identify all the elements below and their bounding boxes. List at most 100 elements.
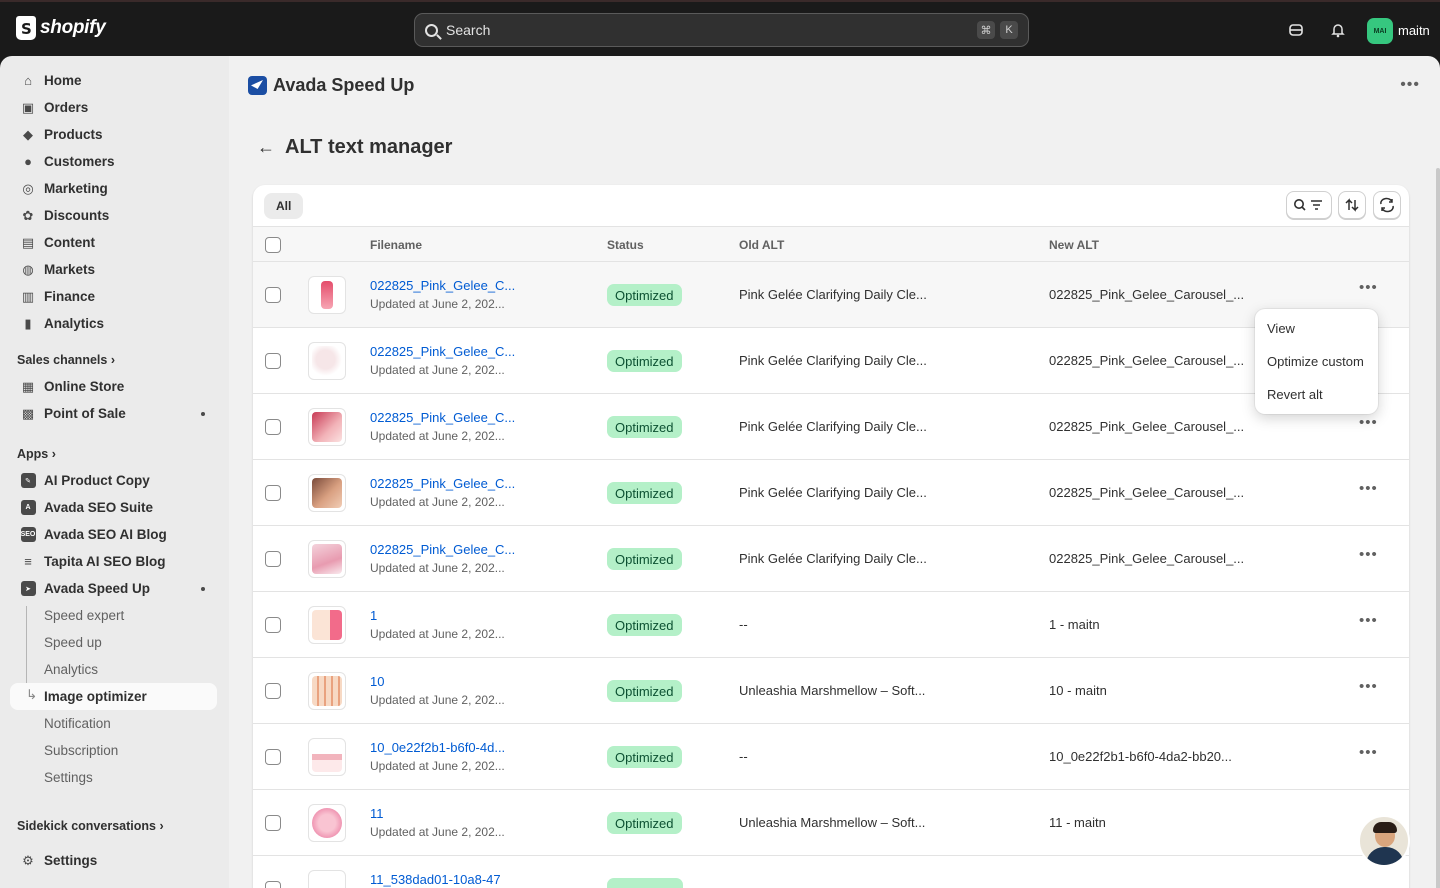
row-actions-icon[interactable]: ••• — [1359, 744, 1378, 761]
filename-link[interactable]: 11_538dad01-10a8-47 — [370, 872, 501, 887]
updated-at: Updated at June 2, 202... — [370, 429, 505, 443]
status-badge: Optimized — [607, 350, 682, 372]
apps-heading[interactable]: Apps › — [17, 447, 56, 461]
sidebar-item-marketing[interactable]: ◎ Marketing — [10, 175, 217, 202]
row-actions-icon[interactable]: ••• — [1359, 612, 1378, 629]
filename-link[interactable]: 022825_Pink_Gelee_C... — [370, 278, 515, 293]
menu-item-optimize-custom[interactable]: Optimize custom — [1267, 354, 1364, 369]
sidebar-item-content[interactable]: ▤ Content — [10, 229, 217, 256]
table-row[interactable]: 11_538dad01-10a8-47 — [253, 856, 1409, 888]
filename-link[interactable]: 022825_Pink_Gelee_C... — [370, 344, 515, 359]
sort-button[interactable] — [1338, 191, 1366, 219]
sidebar-item-ai-product-copy[interactable]: ✎ AI Product Copy — [10, 467, 217, 494]
sidebar-subitem-label: Speed expert — [44, 608, 125, 623]
back-arrow-icon[interactable]: ← — [257, 137, 275, 158]
sidebar-subitem-settings[interactable]: Settings — [10, 764, 217, 791]
sidebar-subitem-speed-up[interactable]: Speed up — [10, 629, 217, 656]
filename-link[interactable]: 1 — [370, 608, 377, 623]
sidebar-subitem-speed-expert[interactable]: Speed expert — [10, 602, 217, 629]
sidebar-item-point-of-sale[interactable]: ▩ Point of Sale — [10, 400, 217, 427]
cmd-key-icon: ⌘ — [977, 21, 995, 39]
storefront-icon[interactable] — [1288, 22, 1304, 38]
search-icon — [425, 23, 438, 37]
row-checkbox[interactable] — [265, 815, 281, 831]
sidebar-item-products[interactable]: ◆ Products — [10, 121, 217, 148]
menu-item-view[interactable]: View — [1267, 321, 1295, 336]
filename-link[interactable]: 10_0e22f2b1-b6f0-4d... — [370, 740, 505, 755]
sidebar-item-avada-seo-suite[interactable]: A Avada SEO Suite — [10, 494, 217, 521]
row-checkbox[interactable] — [265, 287, 281, 303]
sidebar-item-analytics[interactable]: ▮ Analytics — [10, 310, 217, 337]
sidebar-subitem-label: Notification — [44, 716, 111, 731]
row-actions-icon[interactable]: ••• — [1359, 480, 1378, 497]
image-thumbnail — [308, 606, 346, 644]
column-header-new-alt: New ALT — [1049, 238, 1099, 252]
table-row[interactable]: 022825_Pink_Gelee_C... Updated at June 2… — [253, 526, 1409, 592]
table-row[interactable]: 1 Updated at June 2, 202... Optimized --… — [253, 592, 1409, 658]
row-actions-icon[interactable]: ••• — [1359, 546, 1378, 563]
row-checkbox[interactable] — [265, 617, 281, 633]
row-checkbox[interactable] — [265, 353, 281, 369]
menu-item-revert-alt[interactable]: Revert alt — [1267, 387, 1323, 402]
refresh-button[interactable] — [1373, 191, 1401, 219]
sidebar-subitem-subscription[interactable]: Subscription — [10, 737, 217, 764]
row-checkbox[interactable] — [265, 551, 281, 567]
sidebar-item-tapita-ai-seo-blog[interactable]: ≡ Tapita AI SEO Blog — [10, 548, 217, 575]
table-row[interactable]: 11 Updated at June 2, 202... Optimized U… — [253, 790, 1409, 856]
filename-link[interactable]: 11 — [370, 806, 384, 821]
status-badge: Optimized — [607, 284, 682, 306]
sidebar-item-label: Marketing — [44, 181, 108, 196]
sidebar-subitem-analytics[interactable]: Analytics — [10, 656, 217, 683]
sidebar-subitem-label: Image optimizer — [44, 689, 147, 704]
sidebar-item-markets[interactable]: ◍ Markets — [10, 256, 217, 283]
table-row[interactable]: 022825_Pink_Gelee_C... Updated at June 2… — [253, 328, 1409, 394]
row-checkbox[interactable] — [265, 419, 281, 435]
row-actions-icon[interactable]: ••• — [1359, 279, 1378, 296]
pos-icon: ▩ — [21, 405, 35, 421]
row-actions-icon[interactable]: ••• — [1359, 414, 1378, 431]
sidebar-item-avada-speed-up[interactable]: ➤ Avada Speed Up — [10, 575, 217, 602]
user-name[interactable]: maitn — [1398, 23, 1430, 38]
select-all-checkbox[interactable] — [265, 237, 281, 253]
tab-all[interactable]: All — [264, 193, 304, 219]
shopify-logo[interactable]: shopify — [16, 16, 106, 40]
page-header: ← ALT text manager — [257, 136, 452, 159]
row-checkbox[interactable] — [265, 683, 281, 699]
updated-at: Updated at June 2, 202... — [370, 495, 505, 509]
row-checkbox[interactable] — [265, 485, 281, 501]
more-options-icon[interactable]: ••• — [1400, 76, 1420, 94]
bell-icon[interactable] — [1330, 22, 1346, 38]
user-avatar[interactable]: MAI — [1367, 18, 1393, 44]
dot-icon — [201, 587, 205, 591]
chat-support-avatar[interactable] — [1358, 815, 1410, 867]
table-row[interactable]: 10 Updated at June 2, 202... Optimized U… — [253, 658, 1409, 724]
filename-link[interactable]: 022825_Pink_Gelee_C... — [370, 410, 515, 425]
sidekick-conversations-heading[interactable]: Sidekick conversations › — [17, 819, 164, 833]
sidebar-subitem-notification[interactable]: Notification — [10, 710, 217, 737]
table-row[interactable]: 022825_Pink_Gelee_C... Updated at June 2… — [253, 262, 1409, 328]
row-checkbox[interactable] — [265, 881, 281, 888]
row-checkbox[interactable] — [265, 749, 281, 765]
sidebar-subitem-image-optimizer[interactable]: ↳ Image optimizer — [10, 683, 217, 710]
scrollbar[interactable] — [1436, 168, 1440, 888]
sidebar-item-label: Home — [44, 73, 82, 88]
sidebar-item-home[interactable]: ⌂ Home — [10, 67, 217, 94]
filename-link[interactable]: 022825_Pink_Gelee_C... — [370, 476, 515, 491]
filename-link[interactable]: 022825_Pink_Gelee_C... — [370, 542, 515, 557]
sidebar-item-online-store[interactable]: ▦ Online Store — [10, 373, 217, 400]
sidebar-item-orders[interactable]: ▣ Orders — [10, 94, 217, 121]
sidebar-item-discounts[interactable]: ✿ Discounts — [10, 202, 217, 229]
table-row[interactable]: 022825_Pink_Gelee_C... Updated at June 2… — [253, 460, 1409, 526]
sales-channels-heading[interactable]: Sales channels › — [17, 353, 115, 367]
search-bar[interactable]: Search ⌘ K — [414, 13, 1029, 47]
table-row[interactable]: 022825_Pink_Gelee_C... Updated at June 2… — [253, 394, 1409, 460]
search-filter-button[interactable] — [1286, 191, 1332, 219]
row-actions-icon[interactable]: ••• — [1359, 678, 1378, 695]
sidebar-item-settings[interactable]: ⚙ Settings — [10, 847, 217, 874]
filename-link[interactable]: 10 — [370, 674, 384, 689]
sidebar-item-avada-seo-ai-blog[interactable]: SEO Avada SEO AI Blog — [10, 521, 217, 548]
table-row[interactable]: 10_0e22f2b1-b6f0-4d... Updated at June 2… — [253, 724, 1409, 790]
sidebar-item-finance[interactable]: ▥ Finance — [10, 283, 217, 310]
new-alt-text: 10_0e22f2b1-b6f0-4da2-bb20... — [1049, 749, 1232, 764]
sidebar-item-customers[interactable]: ● Customers — [10, 148, 217, 175]
